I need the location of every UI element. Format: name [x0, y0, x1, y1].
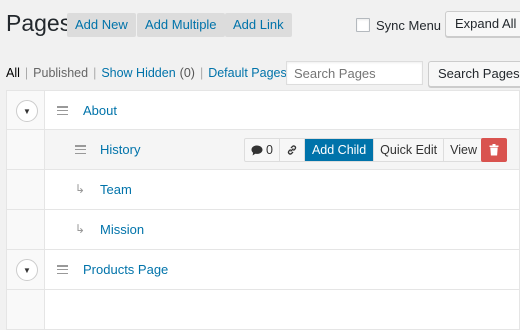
row-actions: 0 Add Child Quick Edit View: [244, 138, 484, 162]
filter-published[interactable]: Published: [33, 66, 88, 80]
comment-icon: [251, 145, 263, 155]
filter-separator: |: [93, 66, 97, 80]
link-button[interactable]: [280, 139, 305, 161]
page-header: Pages Add New Add Multiple Add Link Sync…: [0, 0, 520, 50]
search-pages-button[interactable]: Search Pages: [428, 61, 520, 87]
collapse-toggle-icon[interactable]: ▼: [16, 259, 38, 281]
list-item: ↳ Mission: [6, 210, 520, 250]
page-title-link[interactable]: Team: [100, 182, 132, 197]
sync-menu-toggle[interactable]: Sync Menu: [356, 16, 441, 34]
row-gutter: [6, 130, 44, 170]
sync-menu-checkbox[interactable]: [356, 18, 370, 32]
list-item: [6, 290, 520, 330]
comments-button[interactable]: 0: [245, 139, 280, 161]
page-title-link[interactable]: About: [83, 103, 117, 118]
filter-all[interactable]: All: [6, 66, 20, 80]
page-title: Pages: [6, 10, 72, 36]
list-item: History 0 Add Child Quick Edit View: [6, 130, 520, 170]
row-gutter: [6, 210, 44, 250]
drag-handle-icon[interactable]: [57, 106, 68, 115]
row-body: About: [44, 90, 520, 130]
row-body: ↳ Mission: [44, 210, 520, 250]
view-button[interactable]: View: [444, 139, 483, 161]
child-arrow-icon: ↳: [75, 222, 86, 236]
sync-menu-label: Sync Menu: [376, 17, 442, 33]
drag-handle-icon[interactable]: [75, 145, 86, 154]
drag-handle-icon[interactable]: [57, 265, 68, 274]
add-new-button[interactable]: Add New: [67, 13, 136, 37]
page-title-link[interactable]: Mission: [100, 222, 144, 237]
row-gutter: ▼: [6, 90, 44, 130]
row-body: Products Page: [44, 250, 520, 290]
list-item: ↳ Team: [6, 170, 520, 210]
page-tree: ▼ About History 0 Add Child Quick Edit V…: [6, 90, 520, 330]
list-item: ▼ About: [6, 90, 520, 130]
row-body: [44, 290, 520, 330]
row-body: ↳ Team: [44, 170, 520, 210]
quick-edit-button[interactable]: Quick Edit: [374, 139, 445, 161]
child-arrow-icon: ↳: [75, 182, 86, 196]
add-multiple-button[interactable]: Add Multiple: [137, 13, 225, 37]
delete-button[interactable]: [481, 138, 507, 162]
filter-default-pages[interactable]: Default Pages: [208, 66, 287, 80]
filter-separator: |: [24, 66, 29, 80]
row-gutter: [6, 290, 44, 330]
filter-separator: |: [199, 66, 204, 80]
search-pages-input[interactable]: [286, 61, 423, 85]
list-item: ▼ Products Page: [6, 250, 520, 290]
status-filters: All | Published | Show Hidden (0) | Defa…: [6, 66, 287, 80]
add-child-button[interactable]: Add Child: [304, 139, 375, 161]
hidden-count: (0): [179, 66, 195, 80]
collapse-toggle-icon[interactable]: ▼: [16, 100, 38, 122]
add-link-button[interactable]: Add Link: [225, 13, 292, 37]
trash-icon: [489, 144, 499, 156]
page-title-link[interactable]: History: [100, 142, 140, 157]
page-title-link[interactable]: Products Page: [83, 262, 168, 277]
row-gutter: ▼: [6, 250, 44, 290]
expand-all-button[interactable]: Expand All: [445, 11, 520, 37]
comment-count: 0: [266, 143, 273, 157]
row-body: History 0 Add Child Quick Edit View: [44, 130, 520, 170]
link-icon: [287, 145, 297, 155]
filter-show-hidden[interactable]: Show Hidden: [101, 66, 175, 80]
row-gutter: [6, 170, 44, 210]
